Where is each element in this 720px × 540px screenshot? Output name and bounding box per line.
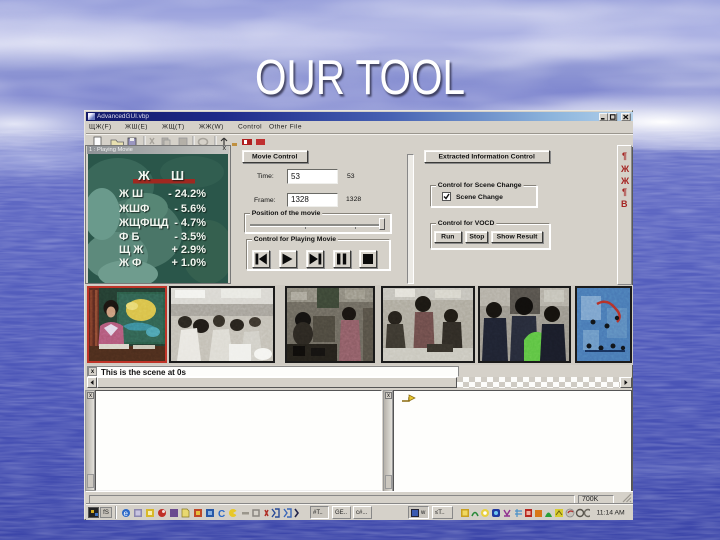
svg-text:В: В xyxy=(621,199,628,209)
svg-text:- 5.6%: - 5.6% xyxy=(174,203,206,215)
svg-text:- 4.7%: - 4.7% xyxy=(174,217,206,229)
svg-text:e: e xyxy=(124,509,129,518)
svg-text:Ф Б: Ф Б xyxy=(119,231,139,243)
svg-text:Ж Ф: Ж Ф xyxy=(118,257,141,269)
svg-text:¶: ¶ xyxy=(622,151,627,161)
svg-text:- 24.2%: - 24.2% xyxy=(168,188,206,200)
svg-text:+ 2.9%: + 2.9% xyxy=(171,244,206,256)
svg-text:- 3.5%: - 3.5% xyxy=(174,231,206,243)
svg-text:ЖЩФЩД: ЖЩФЩД xyxy=(118,217,169,229)
svg-text:Ж: Ж xyxy=(620,176,630,186)
svg-text:ЖШФ: ЖШФ xyxy=(118,203,149,215)
svg-text:Ж: Ж xyxy=(137,168,150,183)
svg-text:C: C xyxy=(218,509,225,520)
svg-text:¶: ¶ xyxy=(622,187,627,197)
svg-text:Ш: Ш xyxy=(171,168,184,183)
svg-text:Щ Ж: Щ Ж xyxy=(119,244,143,256)
svg-text:Ж Ш: Ж Ш xyxy=(118,188,143,200)
svg-text:Ж: Ж xyxy=(620,164,630,174)
svg-text:+ 1.0%: + 1.0% xyxy=(171,257,206,269)
